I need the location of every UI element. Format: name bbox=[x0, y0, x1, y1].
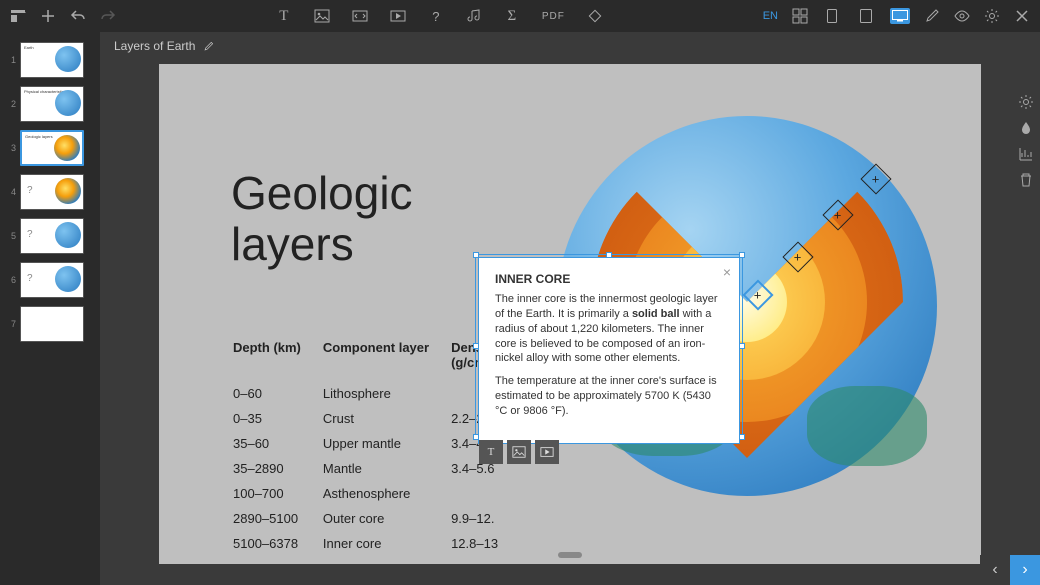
popup-toolbar: T bbox=[479, 440, 559, 464]
next-slide-button[interactable]: › bbox=[1010, 555, 1040, 585]
embed-tool-icon[interactable] bbox=[352, 8, 368, 24]
settings-icon[interactable] bbox=[984, 8, 1000, 24]
thumbnail-6[interactable]: ? bbox=[20, 262, 84, 298]
right-toolbar bbox=[1018, 94, 1034, 188]
redo-icon[interactable] bbox=[100, 8, 116, 24]
device-desktop-icon[interactable] bbox=[890, 8, 910, 24]
th-component: Component layer bbox=[323, 340, 449, 380]
thumbnail-3[interactable]: Geologic layers bbox=[20, 130, 84, 166]
chart-icon[interactable] bbox=[1018, 146, 1034, 162]
table-row: 35–2890Mantle3.4–5.6 bbox=[233, 457, 518, 480]
video-tool-icon[interactable] bbox=[390, 8, 406, 24]
slide-canvas[interactable]: Geologic layers Depth (km) Component lay… bbox=[159, 64, 981, 564]
popup-paragraph: The inner core is the innermost geologic… bbox=[495, 292, 723, 366]
audio-tool-icon[interactable] bbox=[466, 8, 482, 24]
popup-paragraph: The temperature at the inner core's surf… bbox=[495, 374, 723, 419]
help-icon[interactable]: ? bbox=[428, 8, 444, 24]
thumb-number: 4 bbox=[8, 187, 16, 197]
theme-icon[interactable] bbox=[1018, 120, 1034, 136]
prev-slide-button[interactable]: ‹ bbox=[980, 555, 1010, 585]
thumbnail-4[interactable]: ? bbox=[20, 174, 84, 210]
pdf-button[interactable]: PDF bbox=[542, 11, 565, 22]
info-popup[interactable]: × INNER CORE The inner core is the inner… bbox=[479, 258, 739, 443]
close-icon[interactable] bbox=[1014, 8, 1030, 24]
device-phone-icon[interactable] bbox=[822, 8, 842, 24]
image-tool-icon[interactable] bbox=[314, 8, 330, 24]
pencil-icon bbox=[203, 41, 214, 52]
layout-menu-icon[interactable] bbox=[10, 8, 26, 24]
thumb-number: 7 bbox=[8, 319, 16, 329]
device-tablet-icon[interactable] bbox=[856, 8, 876, 24]
thumbnail-2[interactable]: Physical characteristics bbox=[20, 86, 84, 122]
shape-tool-icon[interactable] bbox=[587, 8, 603, 24]
thumbnail-1[interactable]: Earth bbox=[20, 42, 84, 78]
thumb-number: 5 bbox=[8, 231, 16, 241]
table-row: 100–700Asthenosphere bbox=[233, 482, 518, 505]
undo-icon[interactable] bbox=[70, 8, 86, 24]
edit-mode-icon[interactable] bbox=[924, 8, 940, 24]
thumb-number: 1 bbox=[8, 55, 16, 65]
thumb-number: 3 bbox=[8, 143, 16, 153]
thumbnail-7[interactable] bbox=[20, 306, 84, 342]
popup-close-icon[interactable]: × bbox=[723, 264, 731, 280]
top-toolbar: T ? Σ PDF EN bbox=[0, 0, 1040, 32]
document-title[interactable]: Layers of Earth bbox=[100, 32, 1040, 60]
text-tool-icon[interactable]: T bbox=[276, 8, 292, 24]
thumbnail-5[interactable]: ? bbox=[20, 218, 84, 254]
document-title-text: Layers of Earth bbox=[114, 39, 195, 53]
popup-text-button[interactable]: T bbox=[479, 440, 503, 464]
grid-icon[interactable] bbox=[792, 8, 808, 24]
slide-title: Geologic layers bbox=[231, 168, 413, 269]
table-row: 2890–5100Outer core9.9–12. bbox=[233, 507, 518, 530]
th-depth: Depth (km) bbox=[233, 340, 321, 380]
preview-icon[interactable] bbox=[954, 8, 970, 24]
popup-video-button[interactable] bbox=[535, 440, 559, 464]
thumb-number: 6 bbox=[8, 275, 16, 285]
formula-tool-icon[interactable]: Σ bbox=[504, 8, 520, 24]
add-icon[interactable] bbox=[40, 8, 56, 24]
language-button[interactable]: EN bbox=[763, 10, 778, 22]
popup-image-button[interactable] bbox=[507, 440, 531, 464]
delete-icon[interactable] bbox=[1018, 172, 1034, 188]
table-row: 5100–6378Inner core12.8–13 bbox=[233, 532, 518, 555]
thumbnail-panel: 1 Earth 2 Physical characteristics 3 Geolog… bbox=[0, 32, 100, 585]
thumb-number: 2 bbox=[8, 99, 16, 109]
resize-grip[interactable] bbox=[558, 552, 582, 558]
popup-title: INNER CORE bbox=[495, 272, 723, 286]
slide-settings-icon[interactable] bbox=[1018, 94, 1034, 110]
